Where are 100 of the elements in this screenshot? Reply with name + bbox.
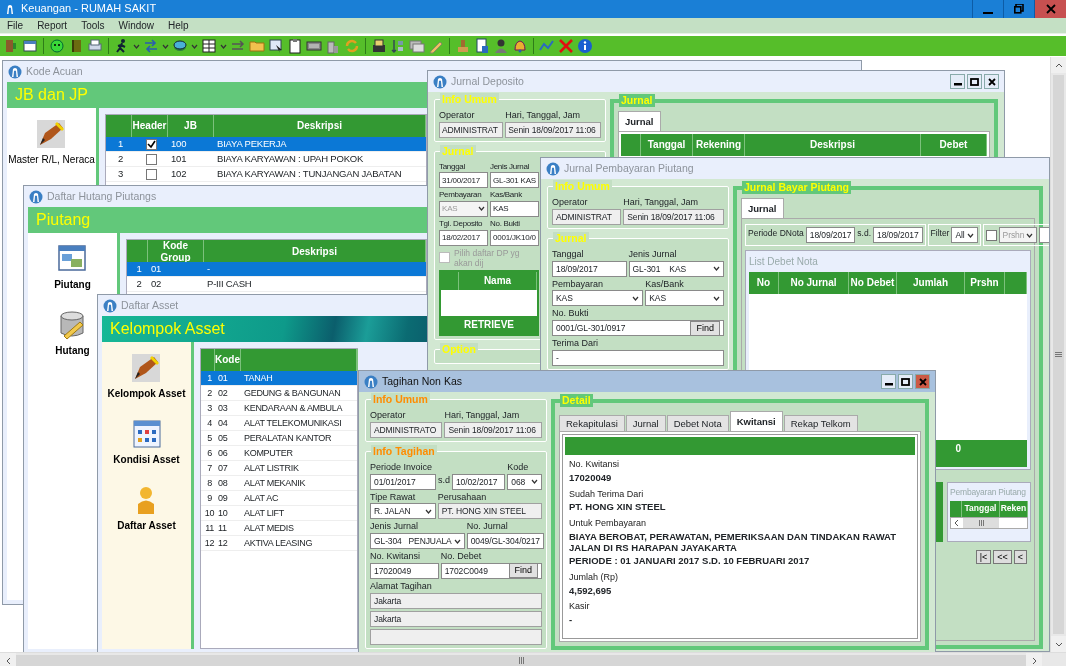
text-field[interactable]: 10/02/2017 bbox=[451, 473, 506, 490]
table-row[interactable]: 11 11 ALAT MEDIS bbox=[201, 521, 357, 536]
field-label: Pembayaran bbox=[552, 278, 605, 290]
launcher-button[interactable]: Master R/L, Neraca bbox=[8, 118, 95, 166]
text-field[interactable]: 31/00/2017 bbox=[439, 172, 488, 189]
tab[interactable]: Rekap Telkom bbox=[783, 415, 858, 432]
retrieve-button[interactable]: RETRIEVE bbox=[441, 315, 537, 334]
column-header: Nama bbox=[459, 271, 537, 290]
field-label: Terima Dari bbox=[552, 338, 599, 349]
tab[interactable]: Rekapitulasi bbox=[559, 415, 625, 432]
table-row[interactable]: 4 04 ALAT TELEKOMUNIKASI bbox=[201, 416, 357, 431]
field-label: Jenis Jurnal bbox=[370, 521, 420, 533]
field-label: Alamat Tagihan bbox=[370, 581, 433, 592]
receipt-value: 4,592,695 bbox=[569, 584, 613, 596]
field-label: Hari, Tanggal, Jam bbox=[623, 197, 700, 208]
table-row[interactable]: 6 06 KOMPUTER bbox=[201, 446, 357, 461]
table-row[interactable]: 1 01 - bbox=[127, 262, 426, 277]
text-field[interactable]: GL-301 KAS bbox=[490, 172, 539, 189]
pager-button[interactable]: |< bbox=[975, 550, 992, 565]
tab[interactable]: Jurnal bbox=[625, 415, 666, 432]
tab[interactable]: Kwitansi bbox=[729, 411, 783, 432]
total-value: 0 bbox=[954, 443, 962, 456]
text-field[interactable]: 0001/GL-301/0917 bbox=[556, 323, 689, 334]
table-row[interactable]: 2 02 GEDUNG & BANGUNAN bbox=[201, 386, 357, 401]
text-field[interactable]: Senin 18/09/2017 11:06 bbox=[444, 421, 542, 438]
text-field[interactable]: ADMINISTRAT bbox=[552, 208, 622, 225]
launcher-button[interactable]: Kelompok Asset bbox=[107, 352, 186, 400]
text-field[interactable]: 0001/JK10/0 bbox=[490, 229, 539, 246]
panel-title: List Debet Nota bbox=[749, 255, 819, 270]
column-header[interactable]: Rekening bbox=[693, 134, 745, 157]
dropdown[interactable]: All bbox=[951, 227, 978, 244]
menu-item[interactable]: Report bbox=[30, 19, 75, 32]
dropdown[interactable]: KAS bbox=[552, 290, 644, 307]
receipt-value: - bbox=[569, 613, 574, 626]
pager-button[interactable]: << bbox=[993, 550, 1012, 565]
receipt-label: Jumlah (Rp) bbox=[569, 571, 619, 583]
menu-item[interactable]: File bbox=[0, 19, 31, 32]
menu-item[interactable]: Help bbox=[161, 19, 196, 32]
table-row[interactable]: 1 100 BIAYA PEKERJA bbox=[106, 137, 426, 152]
text-field[interactable]: ADMINISTRAT bbox=[439, 121, 504, 138]
field-label: Hari, Tanggal, Jam bbox=[444, 410, 521, 421]
text-field[interactable]: 18/02/2017 bbox=[439, 229, 488, 246]
table-row[interactable]: 2 101 BIAYA KARYAWAN : UPAH POKOK bbox=[106, 152, 426, 167]
table-row[interactable]: 3 102 BIAYA KARYAWAN : TUNJANGAN JABATAN bbox=[106, 167, 426, 182]
table-row[interactable]: 1 01 TANAH bbox=[201, 371, 357, 386]
tab[interactable]: Jurnal bbox=[618, 111, 661, 132]
launcher-button[interactable]: Kondisi Asset bbox=[113, 418, 180, 466]
field-label: Tipe Rawat bbox=[370, 491, 417, 503]
table-row[interactable]: 12 12 AKTIVA LEASING bbox=[201, 536, 357, 551]
column-header[interactable]: Deskripsi bbox=[745, 134, 921, 157]
launcher-button[interactable]: Piutang bbox=[54, 243, 91, 291]
tab[interactable]: Debet Nota bbox=[666, 415, 729, 432]
column-header[interactable]: Reken bbox=[1000, 500, 1028, 517]
field-label: Perusahaan bbox=[437, 491, 488, 503]
table-row[interactable]: 7 07 ALAT LISTRIK bbox=[201, 461, 357, 476]
text-field[interactable]: Senin 18/09/2017 11:06 bbox=[505, 121, 601, 138]
text-field[interactable]: Jakarta bbox=[370, 610, 542, 627]
text-field[interactable]: Jakarta bbox=[370, 592, 542, 609]
field-label: Jenis Jurnal bbox=[490, 161, 531, 172]
receipt-label: Sudah Terima Dari bbox=[569, 488, 645, 500]
table-row[interactable]: 5 05 PERALATAN KANTOR bbox=[201, 431, 357, 446]
column-header[interactable]: Tanggal bbox=[962, 500, 1000, 517]
field-label: Filter bbox=[930, 228, 950, 239]
launcher-button[interactable]: Daftar Asset bbox=[117, 484, 176, 532]
table-row[interactable]: 3 03 KENDARAAN & AMBULA bbox=[201, 401, 357, 416]
dropdown[interactable]: GL-304 PENJUALA bbox=[370, 533, 465, 550]
text-field[interactable]: 0049/GL-304/0217 bbox=[466, 533, 544, 550]
table-row[interactable]: 9 09 ALAT AC bbox=[201, 491, 357, 506]
text-field[interactable]: 18/09/2017 bbox=[873, 227, 923, 244]
table-row[interactable]: 10 10 ALAT LIFT bbox=[201, 506, 357, 521]
field-label: No. Bukti bbox=[552, 308, 590, 320]
dropdown[interactable]: 068 bbox=[507, 473, 542, 490]
dropdown[interactable]: GL-301 KAS bbox=[628, 260, 724, 277]
text-field[interactable]: 01/01/2017 bbox=[370, 473, 436, 490]
text-field[interactable]: - bbox=[552, 350, 724, 366]
table-row[interactable]: 2 02 P-III CASH bbox=[127, 277, 426, 292]
group-title: Info Umum bbox=[371, 393, 430, 406]
dropdown[interactable]: R. JALAN bbox=[370, 503, 436, 520]
text-field[interactable]: 18/09/2017 bbox=[805, 227, 856, 244]
column-header[interactable]: Tanggal bbox=[641, 134, 693, 157]
menu-item[interactable]: Tools bbox=[74, 19, 112, 32]
text-field[interactable]: 17020049 bbox=[370, 563, 439, 579]
text-field[interactable]: Senin 18/09/2017 11:06 bbox=[623, 208, 724, 225]
text-field[interactable]: PT. HONG XIN STEEL bbox=[437, 503, 542, 520]
launcher-button[interactable]: Hutang bbox=[55, 309, 90, 357]
dropdown[interactable]: KAS bbox=[645, 290, 724, 307]
tab[interactable]: Jurnal bbox=[741, 198, 784, 219]
window-title: Daftar Asset bbox=[121, 299, 179, 312]
column-header[interactable]: Debet bbox=[921, 134, 987, 157]
field-label: Tanggal bbox=[439, 161, 466, 172]
field-label: No. Jurnal bbox=[466, 521, 509, 533]
menu-item[interactable]: Window bbox=[111, 19, 162, 32]
table-row[interactable]: 8 08 ALAT MEKANIK bbox=[201, 476, 357, 491]
find-button[interactable]: Find bbox=[690, 320, 720, 336]
pager-button[interactable]: < bbox=[1013, 550, 1027, 565]
text-field[interactable]: KAS bbox=[490, 201, 539, 217]
text-field[interactable]: 18/09/2017 bbox=[552, 260, 627, 277]
window-title: Keuangan - RUMAH SAKIT bbox=[21, 2, 157, 16]
group-title: Jurnal Bayar Piutang bbox=[742, 181, 852, 194]
text-field[interactable]: ADMINISTRATO bbox=[370, 421, 443, 438]
